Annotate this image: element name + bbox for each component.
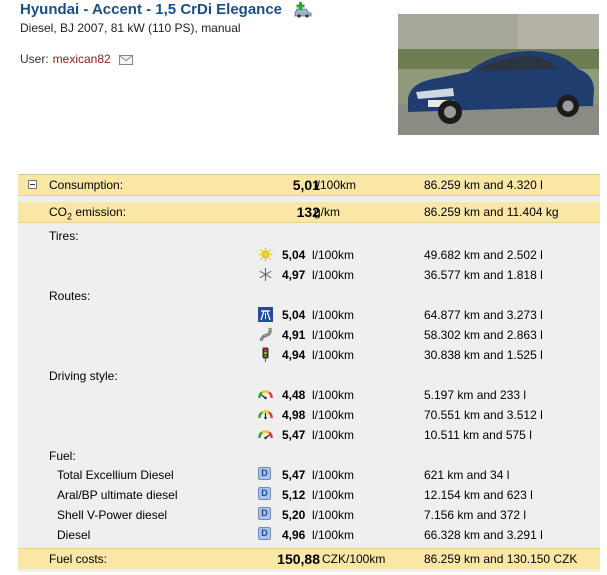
route-motorway-unit: l/100km [312,308,355,322]
fuel-unit: l/100km [312,468,355,482]
style-normal-value: 4,98 [282,408,306,422]
route-city-detail: 30.838 km and 1.525 l [424,348,543,362]
route-city-unit: l/100km [312,348,355,362]
stats-table: Consumption: 5,01 l/100km 86.259 km and … [18,174,600,572]
co2-unit: g/km [314,205,341,219]
fuel-value: 5,12 [282,488,306,502]
tire-summer-value: 5,04 [282,248,306,262]
style-eco-detail: 5.197 km and 233 l [424,388,527,402]
tire-winter-value: 4,97 [282,268,306,282]
motorway-icon [258,307,273,322]
route-country-detail: 58.302 km and 2.863 l [424,328,543,342]
style-sporty-detail: 10.511 km and 575 l [424,428,532,442]
consumption-label: Consumption: [49,178,124,192]
tire-summer-unit: l/100km [312,248,355,262]
fuel-unit: l/100km [312,528,355,542]
diesel-badge-icon: D [258,467,273,482]
fuel-costs-label: Fuel costs: [49,552,108,566]
co2-row: CO2 emission: 132 g/km 86.259 km and 11.… [18,202,600,223]
style-normal-unit: l/100km [312,408,355,422]
title-row: Hyundai - Accent - 1,5 CrDi Elegance [20,1,314,18]
style-eco-value: 4,48 [282,388,306,402]
route-country-value: 4,91 [282,328,306,342]
fuel-costs-detail: 86.259 km and 130.150 CZK [424,552,578,566]
user-link[interactable]: mexican82 [53,52,111,66]
fuel-name: Diesel [57,528,91,542]
diesel-badge-icon: D [258,527,273,542]
sun-icon [258,247,273,262]
fuel-value: 5,47 [282,468,306,482]
co2-detail: 86.259 km and 11.404 kg [424,205,559,219]
gauge-low-icon [258,387,273,402]
consumption-unit: l/100km [314,178,357,192]
route-city-value: 4,94 [282,348,306,362]
route-motorway-value: 5,04 [282,308,306,322]
tires-label: Tires: [49,229,79,243]
fuel-value: 5,20 [282,508,306,522]
route-motorway-detail: 64.877 km and 3.273 l [424,308,543,322]
route-country-unit: l/100km [312,328,355,342]
collapse-icon[interactable] [28,180,37,189]
gauge-high-icon [258,427,273,442]
style-eco-unit: l/100km [312,388,355,402]
fuel-detail: 12.154 km and 623 l [424,488,533,502]
country-road-icon [258,327,273,342]
car-photo[interactable] [398,14,599,135]
fuel-name: Total Excellium Diesel [57,468,174,482]
gauge-mid-icon [258,407,273,422]
tire-summer-detail: 49.682 km and 2.502 l [424,248,543,262]
fuel-unit: l/100km [312,488,355,502]
fuel-label: Fuel: [49,449,76,463]
routes-label: Routes: [49,289,91,303]
fuel-detail: 7.156 km and 372 l [424,508,527,522]
consumption-detail: 86.259 km and 4.320 l [424,178,543,192]
fuel-unit: l/100km [312,508,355,522]
fuel-name: Aral/BP ultimate diesel [57,488,178,502]
snowflake-icon [258,267,273,282]
user-row: User: mexican82 [20,52,133,66]
traffic-light-icon [258,347,273,362]
mail-icon[interactable] [118,54,133,65]
user-label: User: [20,52,49,66]
co2-label: CO2 emission: [49,205,127,222]
consumption-row: Consumption: 5,01 l/100km 86.259 km and … [18,175,600,196]
style-sporty-unit: l/100km [312,428,355,442]
fuel-value: 4,96 [282,528,306,542]
fuel-costs-value: 150,88 [277,551,320,567]
diesel-badge-icon: D [258,507,273,522]
tire-winter-unit: l/100km [312,268,355,282]
car-specs: Diesel, BJ 2007, 81 kW (110 PS), manual [20,21,241,35]
style-sporty-value: 5,47 [282,428,306,442]
fuel-costs-unit: CZK/100km [322,552,386,566]
add-car-icon[interactable] [292,1,314,18]
page-title[interactable]: Hyundai - Accent - 1,5 CrDi Elegance [20,1,282,18]
fuel-name: Shell V-Power diesel [57,508,168,522]
fuel-costs-row: Fuel costs: 150,88 CZK/100km 86.259 km a… [18,548,600,569]
fuel-detail: 621 km and 34 l [424,468,510,482]
diesel-badge-icon: D [258,487,273,502]
fuel-detail: 66.328 km and 3.291 l [424,528,543,542]
tire-winter-detail: 36.577 km and 1.818 l [424,268,543,282]
style-normal-detail: 70.551 km and 3.512 l [424,408,543,422]
driving-style-label: Driving style: [49,369,118,383]
